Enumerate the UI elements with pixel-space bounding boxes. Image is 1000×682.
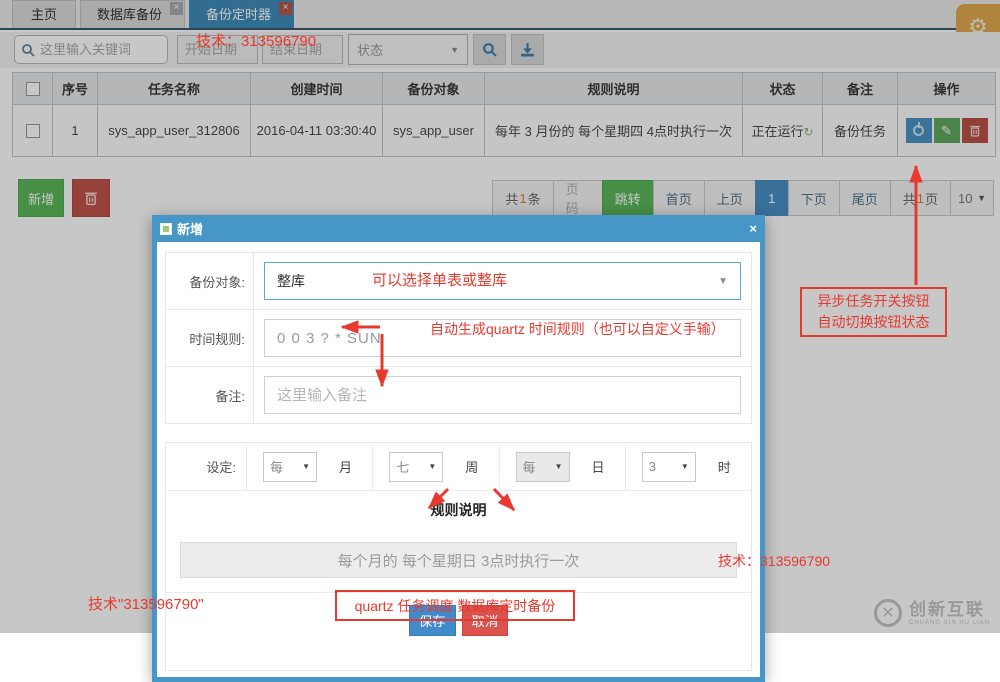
setting-row: 设定: 每 ▼ 月 七 ▼ 周 每	[166, 443, 751, 491]
site-watermark: ✕ 创新互联 CHUANG XIN HU LIAN	[874, 599, 990, 627]
hour-select[interactable]: 3 ▼	[642, 452, 696, 482]
month-select-value: 每	[270, 457, 283, 476]
annotation-qq-bottom-left: 技术"313596790"	[88, 593, 204, 614]
day-select-value: 每	[523, 457, 536, 476]
rule-result-text: 每个月的 每个星期日 3点时执行一次	[180, 542, 737, 578]
note-row: 备注:	[166, 367, 751, 423]
annotation-qq-top: 技术：313596790	[196, 30, 316, 51]
watermark-name: 创新互联	[909, 601, 990, 618]
annotation-qq-right: 技术：313596790	[718, 551, 830, 571]
week-cell: 七 ▼ 周	[372, 443, 498, 490]
watermark-logo-icon: ✕	[874, 599, 902, 627]
chevron-down-icon: ▼	[428, 462, 436, 471]
day-select[interactable]: 每 ▼	[516, 452, 570, 482]
month-cell: 每 ▼ 月	[246, 443, 372, 490]
note-label: 备注:	[166, 367, 254, 423]
annotation-async-line2: 自动切换按钮状态	[802, 312, 945, 333]
annotation-async-line1: 异步任务开关按钮	[802, 291, 945, 312]
week-select-value: 七	[396, 457, 409, 476]
day-cell: 每 ▼ 日	[499, 443, 625, 490]
setting-label: 设定:	[166, 443, 246, 490]
chevron-down-icon: ▼	[681, 462, 689, 471]
chevron-down-icon: ▼	[718, 276, 728, 287]
modal-title: 新增	[177, 219, 203, 238]
note-control	[254, 367, 751, 423]
hour-cell: 3 ▼ 时	[625, 443, 751, 490]
backup-target-label: 备份对象:	[166, 253, 254, 309]
note-input[interactable]	[264, 376, 741, 414]
backup-target-value: 整库	[277, 271, 305, 291]
hour-select-value: 3	[649, 459, 656, 474]
annotation-quartz-hint: 自动生成quartz 时间规则（也可以自定义手输）	[430, 319, 725, 339]
watermark-subtext: CHUANG XIN HU LIAN	[909, 620, 990, 626]
annotation-quartz-box: quartz 任务调度 数据库定时备份	[335, 590, 575, 621]
modal-close-icon[interactable]: ×	[749, 221, 757, 236]
chevron-down-icon: ▼	[302, 462, 310, 471]
hour-unit-label: 时	[718, 457, 731, 476]
annotation-async-toggle-box: 异步任务开关按钮 自动切换按钮状态	[800, 287, 947, 337]
month-select[interactable]: 每 ▼	[263, 452, 317, 482]
week-unit-label: 周	[465, 457, 478, 476]
watermark-text: 创新互联 CHUANG XIN HU LIAN	[909, 601, 990, 626]
chevron-down-icon: ▼	[555, 462, 563, 471]
day-unit-label: 日	[592, 457, 605, 476]
annotation-select-hint: 可以选择单表或整库	[372, 269, 507, 290]
time-rule-label: 时间规则:	[166, 310, 254, 366]
rule-description-title: 规则说明	[166, 491, 751, 542]
rule-result-wrap: 每个月的 每个星期日 3点时执行一次	[166, 542, 751, 592]
form-icon	[160, 223, 172, 235]
modal-title-bar[interactable]: 新增 ×	[152, 215, 765, 242]
week-select[interactable]: 七 ▼	[389, 452, 443, 482]
schedule-settings: 设定: 每 ▼ 月 七 ▼ 周 每	[165, 442, 752, 671]
month-unit-label: 月	[339, 457, 352, 476]
